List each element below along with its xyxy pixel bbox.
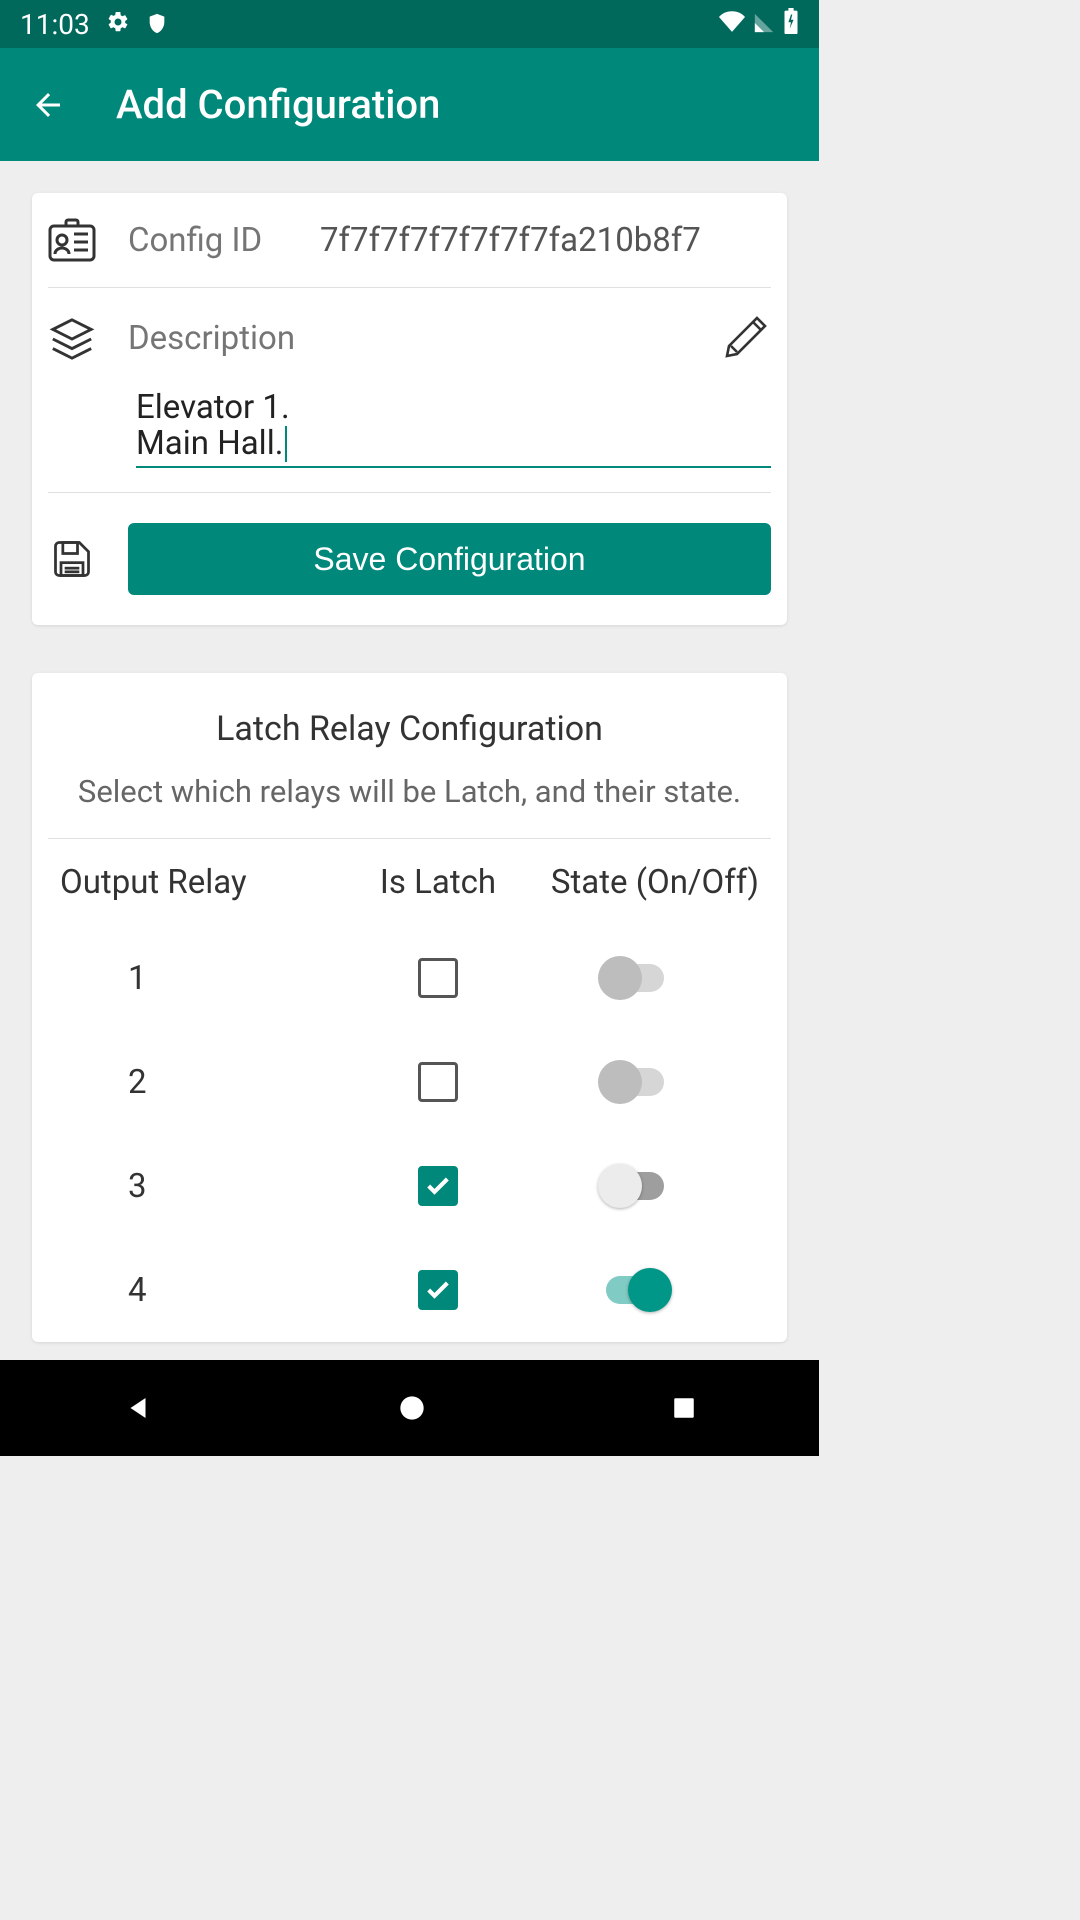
table-row: 1 bbox=[48, 926, 771, 1030]
table-row: 2 bbox=[48, 1030, 771, 1134]
latch-table-header: Output Relay Is Latch State (On/Off) bbox=[48, 838, 771, 926]
nav-home-button[interactable] bbox=[398, 1394, 426, 1422]
description-row: Description Elevator 1. Main Hall. bbox=[48, 288, 771, 493]
relay-number: 3 bbox=[48, 1167, 338, 1206]
is-latch-checkbox[interactable] bbox=[418, 1166, 458, 1206]
latch-card: Latch Relay Configuration Select which r… bbox=[32, 673, 787, 1342]
app-bar: Add Configuration bbox=[0, 48, 819, 161]
save-button[interactable]: Save Configuration bbox=[128, 523, 771, 595]
table-row: 3 bbox=[48, 1134, 771, 1238]
state-toggle[interactable] bbox=[606, 1276, 664, 1304]
nav-back-button[interactable] bbox=[123, 1393, 153, 1423]
config-id-label: Config ID bbox=[128, 221, 288, 260]
id-badge-icon bbox=[48, 217, 96, 263]
page-title: Add Configuration bbox=[116, 81, 440, 128]
state-toggle bbox=[606, 964, 664, 992]
description-input-wrap[interactable]: Elevator 1. Main Hall. bbox=[136, 390, 771, 468]
config-id-value: 7f7f7f7f7f7f7f7fa210b8f7 bbox=[320, 221, 701, 260]
back-button[interactable] bbox=[30, 87, 66, 123]
save-row: Save Configuration bbox=[48, 493, 771, 625]
save-icon bbox=[48, 537, 96, 581]
layers-icon bbox=[48, 312, 96, 362]
text-cursor bbox=[285, 426, 287, 462]
state-toggle[interactable] bbox=[606, 1172, 664, 1200]
config-id-row: Config ID 7f7f7f7f7f7f7f7fa210b8f7 bbox=[48, 193, 771, 288]
config-card: Config ID 7f7f7f7f7f7f7f7fa210b8f7 Descr… bbox=[32, 193, 787, 625]
table-row: 4 bbox=[48, 1238, 771, 1342]
col-output-relay: Output Relay bbox=[48, 863, 338, 902]
latch-subtitle: Select which relays will be Latch, and t… bbox=[48, 773, 771, 838]
content-area: Config ID 7f7f7f7f7f7f7f7fa210b8f7 Descr… bbox=[0, 161, 819, 1360]
pencil-icon[interactable] bbox=[723, 312, 771, 364]
status-bar: 11:03 bbox=[0, 0, 819, 48]
relay-number: 4 bbox=[48, 1271, 338, 1310]
col-is-latch: Is Latch bbox=[338, 863, 538, 902]
is-latch-checkbox[interactable] bbox=[418, 1270, 458, 1310]
description-input[interactable]: Elevator 1. Main Hall. bbox=[136, 388, 290, 463]
gear-icon bbox=[106, 8, 130, 41]
relay-number: 2 bbox=[48, 1063, 338, 1102]
shield-icon bbox=[146, 8, 168, 41]
description-label: Description bbox=[128, 319, 723, 358]
col-state: State (On/Off) bbox=[538, 863, 771, 902]
nav-recent-button[interactable] bbox=[671, 1395, 697, 1421]
battery-icon bbox=[783, 8, 799, 41]
latch-title: Latch Relay Configuration bbox=[48, 673, 771, 773]
is-latch-checkbox[interactable] bbox=[418, 1062, 458, 1102]
is-latch-checkbox[interactable] bbox=[418, 958, 458, 998]
signal-icon bbox=[753, 8, 775, 41]
wifi-icon bbox=[719, 8, 745, 41]
nav-bar bbox=[0, 1360, 819, 1456]
status-time: 11:03 bbox=[20, 8, 90, 41]
state-toggle bbox=[606, 1068, 664, 1096]
relay-number: 1 bbox=[48, 959, 338, 998]
